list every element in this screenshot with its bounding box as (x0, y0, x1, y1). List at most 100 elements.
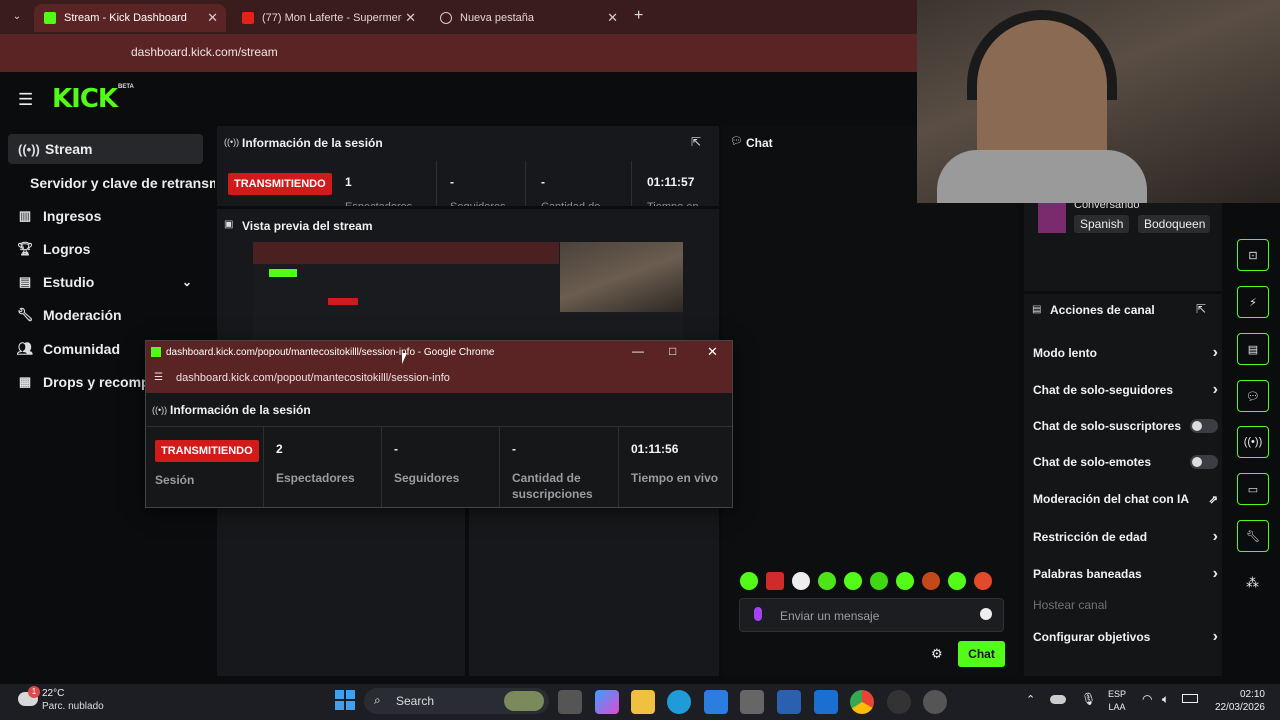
minimize-icon[interactable]: — (632, 344, 644, 358)
rail-chat-icon[interactable]: 💬︎ (1237, 380, 1269, 412)
chat-send-button[interactable]: Chat (958, 641, 1005, 667)
outlook-icon[interactable] (814, 690, 838, 714)
language-indicator[interactable]: ESP LAA (1108, 688, 1126, 714)
rail-apps-icon[interactable]: ⁂ (1246, 575, 1259, 591)
edge-icon[interactable] (667, 690, 691, 714)
settings-gear-icon[interactable] (923, 690, 947, 714)
chrome-icon[interactable] (850, 690, 874, 714)
action-slow-mode[interactable]: Modo lento › (1033, 344, 1218, 362)
clock-time: 02:10 (1239, 689, 1265, 700)
emote-icon[interactable] (922, 572, 940, 590)
popout-icon[interactable]: ⇱ (691, 135, 701, 149)
broadcast-icon: ((•)) (18, 141, 40, 157)
emote-icon[interactable] (870, 572, 888, 590)
chat-settings-gear-icon[interactable]: ⚙ (931, 646, 943, 662)
language-top: ESP (1108, 689, 1127, 699)
tag-chip[interactable]: Spanish (1074, 215, 1130, 233)
rail-broadcast-icon[interactable]: ((•)) (1237, 426, 1269, 458)
action-emotes-only[interactable]: Chat de solo-emotes (1033, 455, 1218, 469)
emotes-only-toggle[interactable] (1190, 455, 1218, 469)
chat-message-input[interactable]: Enviar un mensaje (739, 598, 1004, 632)
new-tab-plus-icon[interactable]: + (634, 7, 643, 25)
onedrive-icon[interactable] (1050, 695, 1066, 704)
sidebar-item-stream[interactable]: ((•)) Stream (8, 134, 203, 164)
action-age-restriction[interactable]: Restricción de edad › (1033, 528, 1218, 546)
emote-icon[interactable] (818, 572, 836, 590)
session-label: Sesión (155, 473, 195, 487)
file-explorer-icon[interactable] (631, 690, 655, 714)
rail-bolt-icon[interactable]: ⚡︎ (1237, 286, 1269, 318)
taskbar-search-box[interactable]: ⌕ Search (364, 688, 549, 714)
rail-wrench-icon[interactable]: 🔧︎ (1237, 520, 1269, 552)
app-icon[interactable] (740, 690, 764, 714)
store-icon[interactable] (704, 690, 728, 714)
copilot-icon[interactable] (595, 690, 619, 714)
emote-icon[interactable] (844, 572, 862, 590)
task-view-icon[interactable] (558, 690, 582, 714)
tag-chip[interactable]: Bodoqueen (1138, 215, 1210, 233)
tab-youtube[interactable]: (77) Mon Laferte - Supermercado ✕ (232, 4, 424, 32)
chat-panel: 💬︎ Chat (722, 126, 1017, 676)
action-host-channel: Hostear canal (1033, 598, 1218, 612)
tray-chevron-up-icon[interactable]: ⌃ (1026, 693, 1035, 706)
kick-logo[interactable]: KICK BETA (52, 84, 134, 114)
popup-url[interactable]: dashboard.kick.com/popout/mantecositokil… (176, 372, 450, 384)
rail-notes-icon[interactable]: ▤ (1237, 333, 1269, 365)
tab-kick-dashboard[interactable]: Stream - Kick Dashboard ✕ (34, 4, 226, 32)
tab-list-dropdown[interactable]: ⌄ (8, 8, 26, 26)
app-icon[interactable] (777, 690, 801, 714)
emote-icon[interactable] (792, 572, 810, 590)
microphone-icon[interactable]: 🎙︎ (1081, 692, 1096, 706)
action-goals[interactable]: Configurar objetivos › (1033, 628, 1218, 646)
action-subscribers-only[interactable]: Chat de solo-suscriptores (1033, 419, 1218, 433)
wifi-icon[interactable]: ◠ (1142, 692, 1152, 706)
sidebar-item-label: Servidor y clave de retransm (30, 175, 215, 191)
kick-favicon-icon (151, 347, 161, 357)
webcam-overlay (917, 0, 1280, 203)
emote-icon[interactable] (948, 572, 966, 590)
maximize-icon[interactable]: □ (669, 344, 676, 358)
panel-title: Acciones de canal (1050, 303, 1155, 317)
obs-icon[interactable] (887, 690, 911, 714)
popout-icon[interactable]: ⇱ (1196, 302, 1206, 316)
cut-stat-label: Tiempo en (647, 201, 699, 206)
close-window-icon[interactable]: ✕ (707, 344, 718, 360)
action-ai-moderation[interactable]: Moderación del chat con IA ⇗ (1033, 492, 1218, 506)
clock[interactable]: 02:10 22/03/2026 (1205, 688, 1265, 714)
tab-new-tab[interactable]: Nueva pestaña ✕ (430, 4, 626, 32)
windows-start-icon[interactable] (335, 690, 355, 710)
rail-video-icon[interactable]: ▭ (1237, 473, 1269, 505)
close-tab-icon[interactable]: ✕ (207, 10, 218, 26)
webcam-shirt (937, 150, 1147, 203)
sidebar-item-logros[interactable]: 🏆︎ Logros (0, 234, 210, 264)
action-banned-words[interactable]: Palabras baneadas › (1033, 565, 1218, 583)
emote-icon[interactable] (740, 572, 758, 590)
studio-icon: ▤ (18, 274, 32, 289)
sidebar-item-ingresos[interactable]: ▥ Ingresos (0, 201, 210, 231)
chevron-right-icon: › (1212, 565, 1218, 582)
rail-screen-icon[interactable]: ⊡ (1237, 239, 1269, 271)
action-followers-only[interactable]: Chat de solo-seguidores › (1033, 381, 1218, 399)
emote-icon[interactable] (896, 572, 914, 590)
trophy-icon: 🏆︎ (16, 241, 34, 256)
microphone-icon[interactable] (754, 607, 762, 621)
subscribers-only-toggle[interactable] (1190, 419, 1218, 433)
stat-value: - (394, 442, 398, 456)
hamburger-menu-icon[interactable]: ☰ (18, 90, 33, 110)
close-tab-icon[interactable]: ✕ (405, 10, 416, 26)
sidebar-item-estudio[interactable]: ▤ Estudio ⌄ (0, 267, 210, 297)
address-url[interactable]: dashboard.kick.com/stream (131, 45, 278, 59)
emote-icon[interactable] (974, 572, 992, 590)
close-tab-icon[interactable]: ✕ (607, 10, 618, 26)
sidebar-item-label: Ingresos (43, 208, 102, 224)
volume-icon[interactable]: 🔈︎ (1162, 692, 1169, 707)
weather-widget[interactable]: 1 22°C Parc. nublado (14, 686, 114, 716)
kick-beta-badge: BETA (118, 84, 134, 90)
wrench-icon: 🔧︎ (16, 307, 34, 322)
battery-icon[interactable] (1182, 694, 1198, 703)
kick-logo-text: KICK (52, 84, 118, 114)
sidebar-item-server-key[interactable]: Servidor y clave de retransm (0, 168, 215, 198)
emote-icon[interactable] (766, 572, 784, 590)
emoji-icon[interactable] (980, 608, 992, 620)
sidebar-item-moderacion[interactable]: 🔧︎ Moderación (0, 300, 210, 330)
